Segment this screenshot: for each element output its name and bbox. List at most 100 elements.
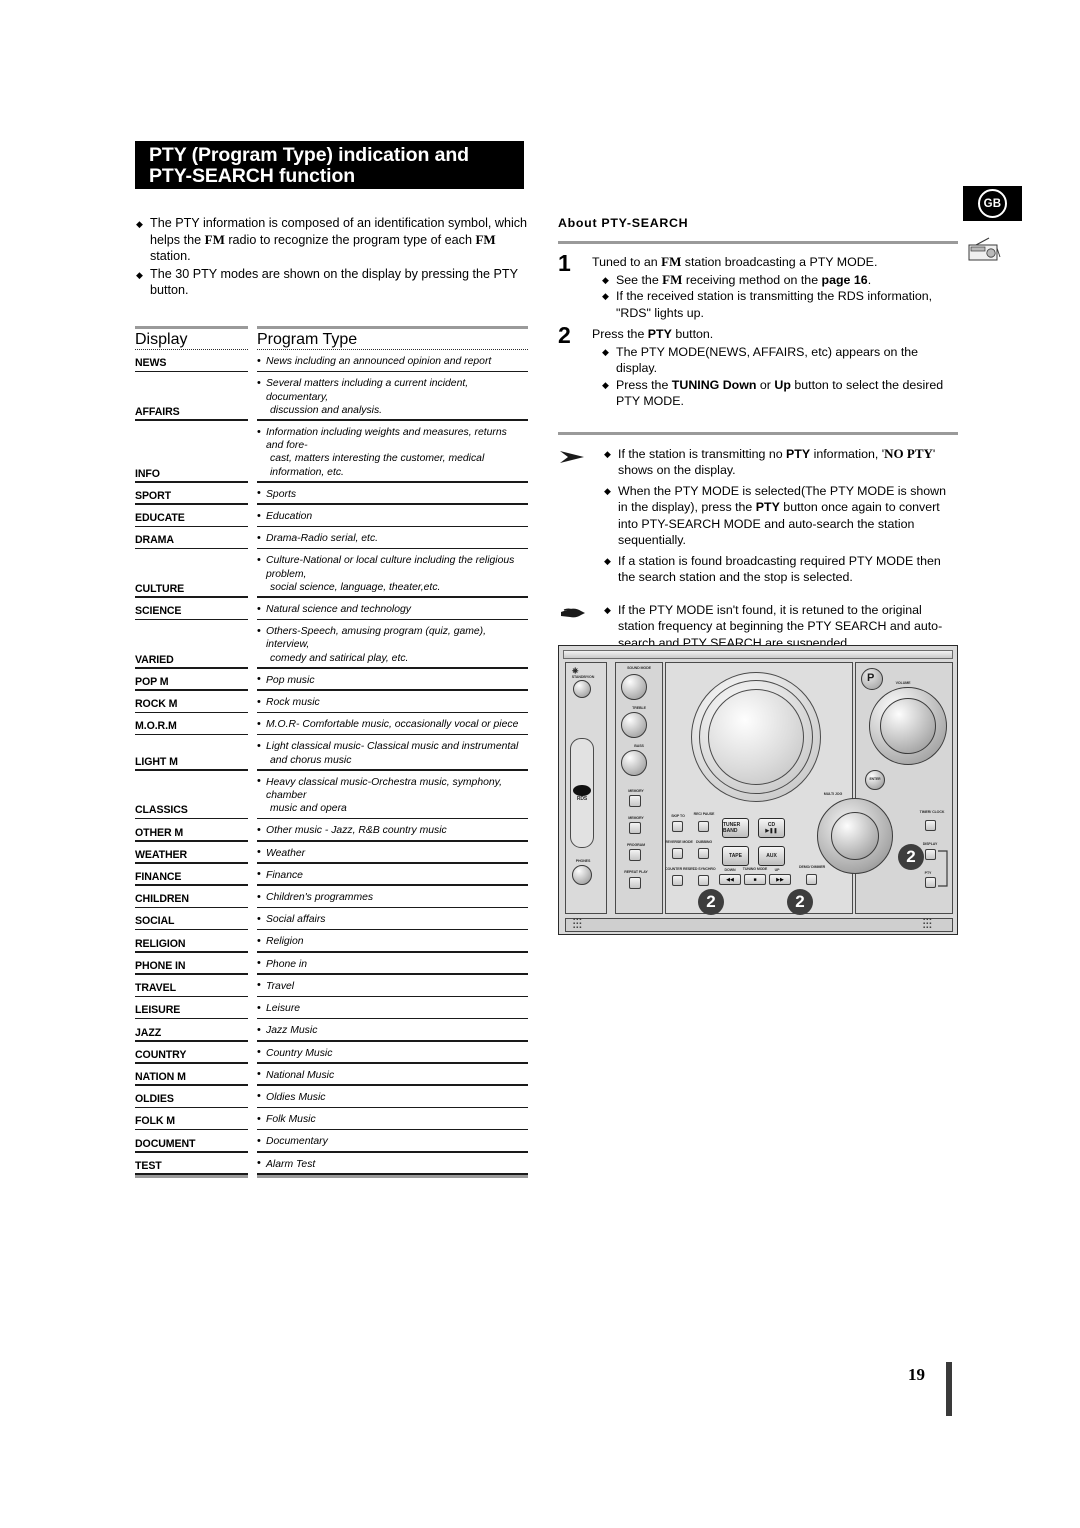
table-row: JAZZ • Jazz Music xyxy=(135,1019,528,1042)
diamond-bullet-icon: ◆ xyxy=(604,555,611,566)
pty-display-code: JAZZ xyxy=(135,1026,162,1039)
tape-label: TAPE xyxy=(729,853,742,859)
pty-table-body: NEWS • News including an announced opinion… xyxy=(135,350,528,1175)
page-title-line-1: PTY (Program Type) indication and xyxy=(149,144,469,166)
table-cell-program-type: • National Music xyxy=(257,1064,528,1086)
pty-display-code: FOLK M xyxy=(135,1115,176,1128)
table-cell-display: RELIGION xyxy=(135,930,248,953)
pty-button[interactable] xyxy=(925,877,936,888)
table-row: OTHER M • Other music - Jazz, R&B country … xyxy=(135,819,528,842)
counter-reset-button[interactable] xyxy=(672,875,683,886)
bass-knob[interactable] xyxy=(621,750,647,776)
pty-display-code: SPORT xyxy=(135,490,171,503)
rec-pause-button[interactable] xyxy=(698,821,709,832)
diamond-bullet-icon: ◆ xyxy=(604,485,611,496)
repeat-play-button[interactable] xyxy=(629,877,641,889)
multi-jog-dial-inner[interactable] xyxy=(831,812,879,860)
table-cell-display: CHILDREN xyxy=(135,886,248,909)
row-separator xyxy=(257,1173,528,1175)
tuner-band-button[interactable]: TUNER BAND xyxy=(722,818,749,838)
table-cell-program-type: • Other music - Jazz, R&B country music xyxy=(257,819,528,842)
program-type-text: • Social affairs xyxy=(257,912,326,926)
row-separator xyxy=(135,1173,248,1175)
timer-clock-label: TIMER/ CLOCK xyxy=(919,810,945,814)
demo-dimmer-button[interactable] xyxy=(806,874,817,885)
table-cell-program-type: • Rock music xyxy=(257,691,528,714)
table-cell-display: JAZZ xyxy=(135,1019,248,1042)
program-type-text: • Others-Speech, amusing program (quiz, g… xyxy=(257,624,487,651)
program-type-text: • Education xyxy=(257,509,313,523)
header-top-rule xyxy=(257,326,528,330)
treble-knob[interactable] xyxy=(621,712,647,738)
pty-display-code: LIGHT M xyxy=(135,755,178,768)
table-row: POP M • Pop music xyxy=(135,669,528,692)
dot-bullet-icon: • xyxy=(257,775,261,788)
pty-display-code: CHILDREN xyxy=(135,893,189,906)
program-type-text: • Folk Music xyxy=(257,1112,316,1126)
standby-on-button[interactable] xyxy=(573,680,591,698)
program-button[interactable] xyxy=(629,849,641,861)
table-cell-program-type: • Drama-Radio serial, etc. xyxy=(257,527,528,550)
treble-label: TREBLE xyxy=(632,706,646,710)
table-cell-program-type: • Light classical music- Classical music … xyxy=(257,735,528,771)
sound-mode-knob[interactable] xyxy=(621,674,647,700)
volume-knob-inner[interactable] xyxy=(880,698,936,754)
table-cell-program-type: • Documentary xyxy=(257,1130,528,1153)
table-cell-display: FINANCE xyxy=(135,864,248,887)
dot-bullet-icon: • xyxy=(257,376,261,389)
program-type-text: • Sports xyxy=(257,487,297,500)
table-row: NATION M • National Music xyxy=(135,1064,528,1086)
tuning-stop-button[interactable]: ■ xyxy=(744,874,766,885)
callout-badge-pty: 2 xyxy=(898,844,924,870)
page-number: 19 xyxy=(908,1365,925,1384)
dot-bullet-icon: • xyxy=(257,553,261,566)
cd-synchro-button[interactable] xyxy=(698,875,709,886)
memory-button[interactable] xyxy=(629,822,641,834)
callout-badge-tuning-down: 2 xyxy=(698,889,724,915)
column-header-program-type: Program Type xyxy=(257,331,358,349)
tuning-up-button[interactable]: ▶▶ xyxy=(769,874,791,885)
display-button[interactable] xyxy=(925,849,936,860)
dot-bullet-icon: • xyxy=(257,957,261,970)
skip-to-button[interactable] xyxy=(672,821,683,832)
table-cell-display: VARIED xyxy=(135,620,248,669)
table-row: CLASSICS • Heavy classical music-Orchestra… xyxy=(135,771,528,820)
table-cell-program-type: • Social affairs xyxy=(257,908,528,931)
table-row: PHONE IN • Phone in xyxy=(135,953,528,975)
table-cell-display: INFO xyxy=(135,421,248,483)
cd-play-button[interactable]: CD ▶❚❚ xyxy=(758,818,785,838)
step-1-sub-2: ◆ If the received station is transmittin… xyxy=(602,289,933,320)
dubbing-button[interactable] xyxy=(698,848,709,859)
pty-display-code: TEST xyxy=(135,1159,162,1172)
table-cell-display: POP M xyxy=(135,669,248,692)
phones-label: PHONES xyxy=(575,859,591,863)
bass-label: BASS xyxy=(634,744,644,748)
intro-bullet-2-text: The 30 PTY modes are shown on the displa… xyxy=(150,266,518,298)
table-row: TEST • Alarm Test xyxy=(135,1153,528,1175)
dot-bullet-icon: • xyxy=(257,624,261,637)
pty-display-code: POP M xyxy=(135,676,169,689)
table-cell-program-type: • Phone in xyxy=(257,953,528,975)
dot-bullet-icon: • xyxy=(257,912,261,925)
aux-button[interactable]: AUX xyxy=(758,846,785,866)
program-type-text: • Phone in xyxy=(257,957,308,970)
tuning-down-button[interactable]: ◀◀ xyxy=(719,874,741,885)
tape-button[interactable]: TAPE xyxy=(722,846,749,866)
table-cell-display: LIGHT M xyxy=(135,735,248,771)
pty-display-code: INFO xyxy=(135,467,160,480)
diamond-bullet-icon: ◆ xyxy=(604,604,611,615)
table-cell-program-type: • Alarm Test xyxy=(257,1153,528,1175)
counter-reset-label: COUNTER RESET xyxy=(665,867,695,871)
timer-clock-button[interactable] xyxy=(925,820,936,831)
phones-jack[interactable] xyxy=(572,865,592,885)
reverse-mode-button[interactable] xyxy=(672,848,683,859)
pty-display-code: SCIENCE xyxy=(135,605,182,618)
pty-display-code: CULTURE xyxy=(135,583,185,596)
program-type-text: • Light classical music- Classical music … xyxy=(257,739,519,753)
memory-t-button[interactable] xyxy=(629,795,641,807)
pty-label: PTY xyxy=(924,871,932,875)
program-type-text-cont: music and opera xyxy=(270,803,347,815)
table-cell-display: SCIENCE xyxy=(135,598,248,621)
table-cell-display: EDUCATE xyxy=(135,505,248,528)
pty-display-code: CLASSICS xyxy=(135,804,188,817)
